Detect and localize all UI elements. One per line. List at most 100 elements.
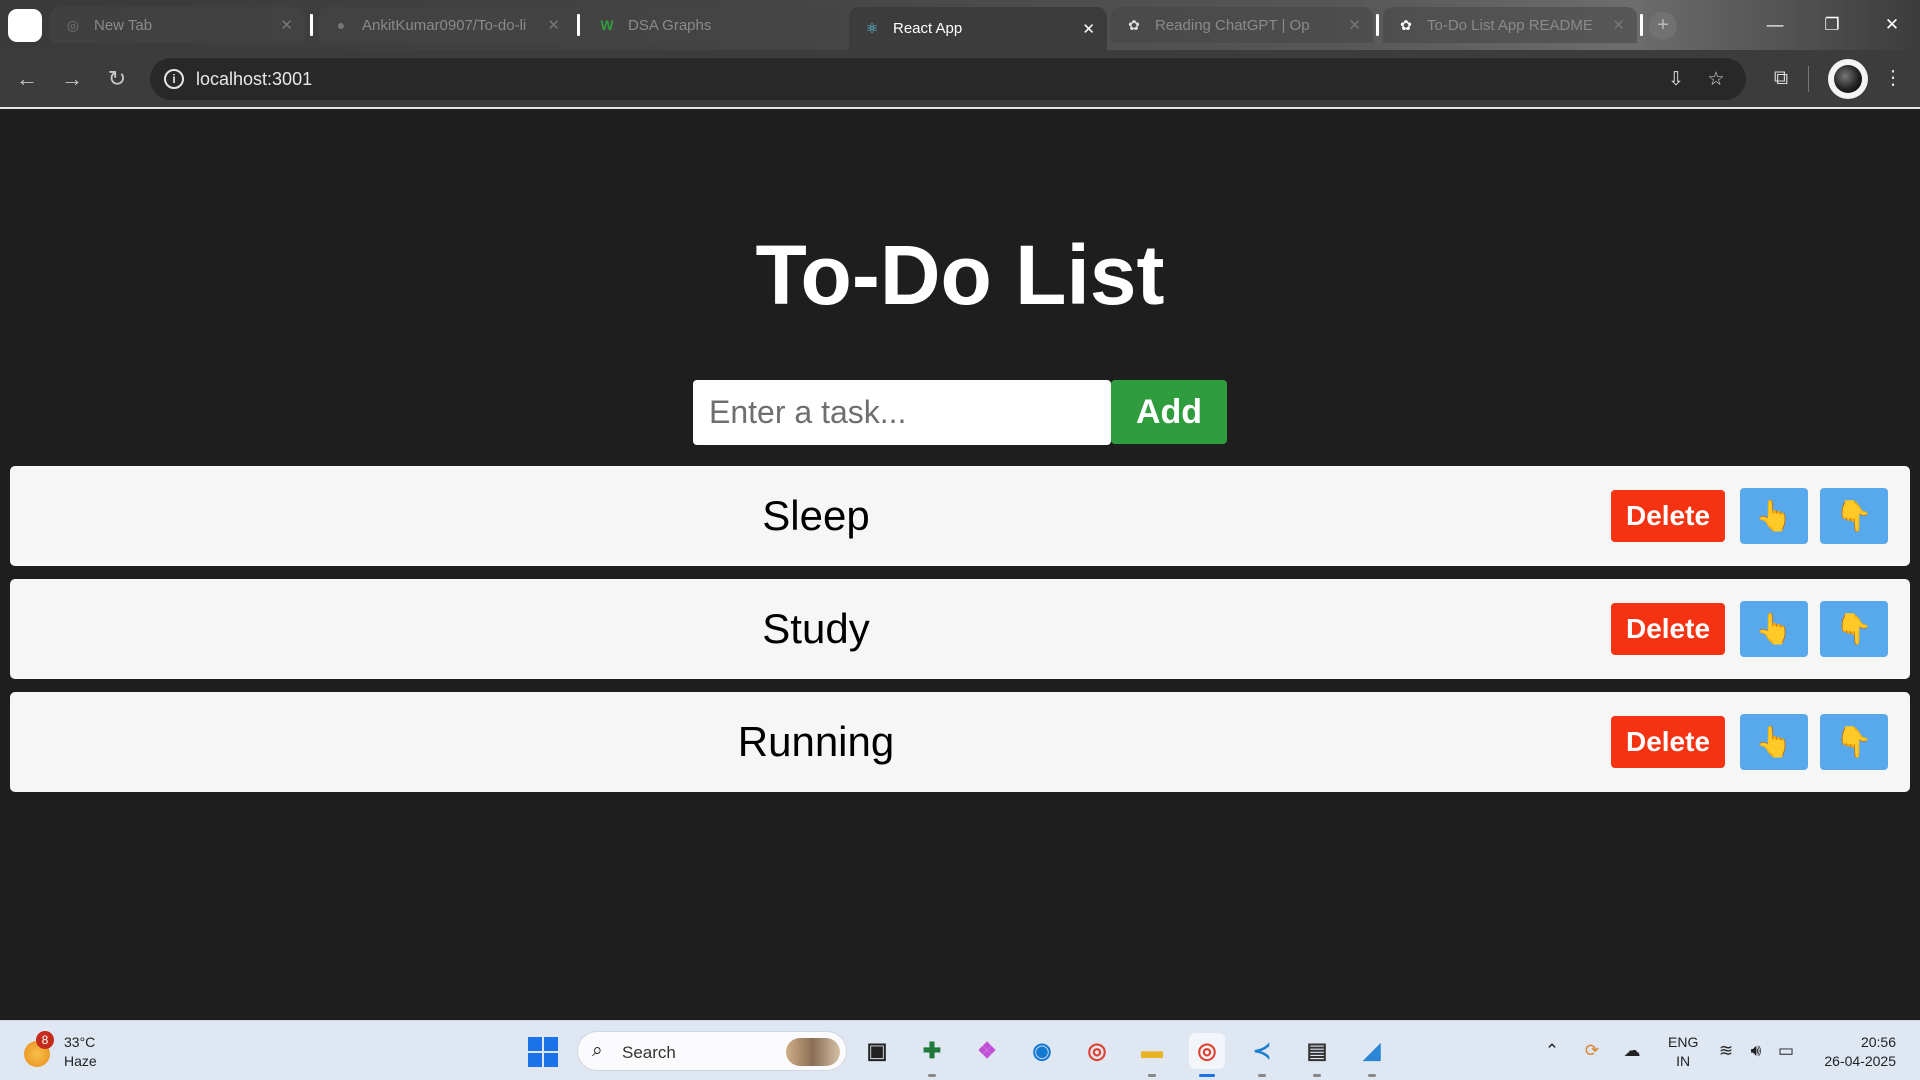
site-info-icon[interactable]: i — [164, 69, 184, 89]
close-icon[interactable]: ✕ — [1612, 16, 1625, 34]
bookmark-star-icon[interactable]: ☆ — [1703, 67, 1729, 93]
forward-icon[interactable]: → — [55, 62, 89, 96]
tab-react-app[interactable]: ⚛ React App ✕ — [849, 7, 1107, 50]
browser-more-icon[interactable]: ⋮ — [1876, 61, 1910, 95]
weather-widget[interactable]: 8 33°C Haze — [22, 1031, 112, 1073]
task-view-icon[interactable]: ▣ — [859, 1033, 895, 1069]
react-icon: ⚛ — [865, 20, 879, 36]
running-indicator — [928, 1074, 936, 1077]
profile-avatar[interactable] — [1828, 59, 1868, 99]
tab-readme[interactable]: ✿ To-Do List App README ✕ — [1383, 7, 1637, 43]
app-icon-green[interactable]: ✚ — [914, 1033, 950, 1077]
move-down-button[interactable]: 👇 — [1820, 488, 1888, 544]
browser-menu-button[interactable] — [8, 9, 42, 42]
task-row: Sleep Delete 👆 👇 — [10, 466, 1910, 566]
windows-logo-pane — [528, 1037, 542, 1051]
move-up-button[interactable]: 👆 — [1740, 601, 1808, 657]
move-up-button[interactable]: 👆 — [1740, 488, 1808, 544]
file-explorer-icon[interactable]: ▬ — [1134, 1033, 1170, 1077]
tab-title: AnkitKumar0907/To-do-li — [362, 16, 527, 34]
pointing-up-icon: 👆 — [1755, 726, 1793, 759]
delete-task-button[interactable]: Delete — [1611, 490, 1725, 542]
task-text: Sleep — [762, 492, 870, 539]
tab-title: DSA Graphs — [628, 16, 712, 34]
clock-date: 26-04-2025 — [1824, 1053, 1896, 1069]
running-indicator — [1258, 1074, 1266, 1077]
move-up-button[interactable]: 👆 — [1740, 714, 1808, 770]
language-indicator[interactable]: ENG IN — [1668, 1033, 1698, 1071]
tab-new-tab[interactable]: ◎ New Tab ✕ — [50, 7, 305, 43]
battery-icon[interactable]: ▭ — [1774, 1039, 1798, 1063]
close-icon[interactable]: ✕ — [280, 16, 293, 34]
pointing-up-icon: 👆 — [1755, 500, 1793, 533]
chrome-icon[interactable]: ◎ — [1079, 1033, 1115, 1069]
running-indicator — [1148, 1074, 1156, 1077]
add-task-button[interactable]: Add — [1111, 380, 1227, 444]
page-title: To-Do List — [755, 228, 1165, 322]
region-code: IN — [1676, 1053, 1691, 1069]
address-bar-url[interactable]: localhost:3001 — [196, 69, 312, 90]
openai-icon: ✿ — [1128, 16, 1140, 33]
w-icon: W — [600, 17, 614, 33]
sync-icon[interactable]: ⟳ — [1580, 1039, 1604, 1063]
pointing-down-icon: 👇 — [1835, 500, 1873, 533]
tab-title: New Tab — [94, 16, 153, 34]
copilot-icon[interactable]: ❖ — [969, 1033, 1005, 1069]
task-row: Study Delete 👆 👇 — [10, 579, 1910, 679]
github-icon: ● — [336, 17, 346, 33]
system-clock[interactable]: 20:56 26-04-2025 — [1816, 1033, 1896, 1071]
reload-icon[interactable]: ↻ — [100, 62, 134, 96]
search-icon: ⌕ — [592, 1040, 603, 1061]
language-code: ENG — [1668, 1034, 1699, 1050]
task-text: Running — [737, 718, 895, 765]
task-text: Study — [762, 605, 870, 652]
running-indicator — [1313, 1074, 1321, 1077]
terminal-icon[interactable]: ▤ — [1299, 1033, 1335, 1077]
tab-title: To-Do List App README — [1427, 16, 1593, 34]
volume-icon[interactable]: 🔊︎ — [1744, 1039, 1768, 1063]
chevron-up-icon[interactable]: ⌃ — [1540, 1039, 1564, 1063]
close-icon[interactable]: ✕ — [1348, 16, 1361, 34]
tab-separator — [1640, 14, 1643, 36]
tab-title: React App — [893, 20, 963, 37]
taskbar-search-label: Search — [622, 1043, 676, 1062]
start-button[interactable] — [528, 1037, 558, 1067]
avatar-image — [1834, 65, 1862, 93]
running-indicator — [1368, 1074, 1376, 1077]
install-app-icon[interactable]: ⇩ — [1663, 67, 1689, 93]
tab-github[interactable]: ● AnkitKumar0907/To-do-li ✕ — [318, 7, 572, 43]
close-icon[interactable]: ✕ — [547, 16, 560, 34]
tab-title: Reading ChatGPT | Op — [1155, 16, 1310, 34]
back-icon[interactable]: ← — [10, 62, 44, 96]
move-down-button[interactable]: 👇 — [1820, 601, 1888, 657]
address-bar[interactable]: i localhost:3001 ⇩ ☆ — [150, 58, 1746, 100]
edge-icon[interactable]: ◉ — [1024, 1033, 1060, 1069]
vscode-icon[interactable]: ≺ — [1244, 1033, 1280, 1077]
tab-chatgpt[interactable]: ✿ Reading ChatGPT | Op ✕ — [1111, 7, 1373, 43]
wifi-icon[interactable]: ≋ — [1714, 1039, 1738, 1063]
browser-toolbar: ← → ↻ i localhost:3001 ⇩ ☆ ⧉ ⋮ — [0, 50, 1920, 107]
tab-dsa-graphs[interactable]: W DSA Graphs — [584, 7, 846, 43]
move-down-button[interactable]: 👇 — [1820, 714, 1888, 770]
pointing-down-icon: 👇 — [1835, 726, 1873, 759]
pointing-down-icon: 👇 — [1835, 613, 1873, 646]
windows-logo-pane — [544, 1037, 558, 1051]
cloud-offline-icon[interactable]: ☁ — [1620, 1039, 1644, 1063]
photos-icon[interactable]: ◢ — [1354, 1033, 1390, 1077]
weather-condition: Haze — [64, 1053, 97, 1069]
close-window-icon[interactable]: ✕ — [1872, 10, 1912, 40]
taskbar-search[interactable]: ⌕ Search — [577, 1031, 847, 1071]
task-input[interactable] — [693, 380, 1111, 445]
delete-task-button[interactable]: Delete — [1611, 716, 1725, 768]
windows-logo-pane — [544, 1053, 558, 1067]
delete-task-button[interactable]: Delete — [1611, 603, 1725, 655]
restore-icon[interactable]: ❐ — [1812, 10, 1852, 40]
chrome-active-icon[interactable]: ◎ — [1189, 1033, 1225, 1077]
task-row: Running Delete 👆 👇 — [10, 692, 1910, 792]
new-tab-button[interactable]: + — [1649, 12, 1677, 40]
weather-temperature: 33°C — [64, 1034, 96, 1050]
minimize-icon[interactable]: — — [1755, 10, 1795, 40]
extensions-icon[interactable]: ⧉ — [1764, 61, 1798, 95]
close-icon[interactable]: ✕ — [1082, 20, 1095, 38]
browser-tab-strip: ◎ New Tab ✕ ● AnkitKumar0907/To-do-li ✕ … — [0, 0, 1920, 50]
